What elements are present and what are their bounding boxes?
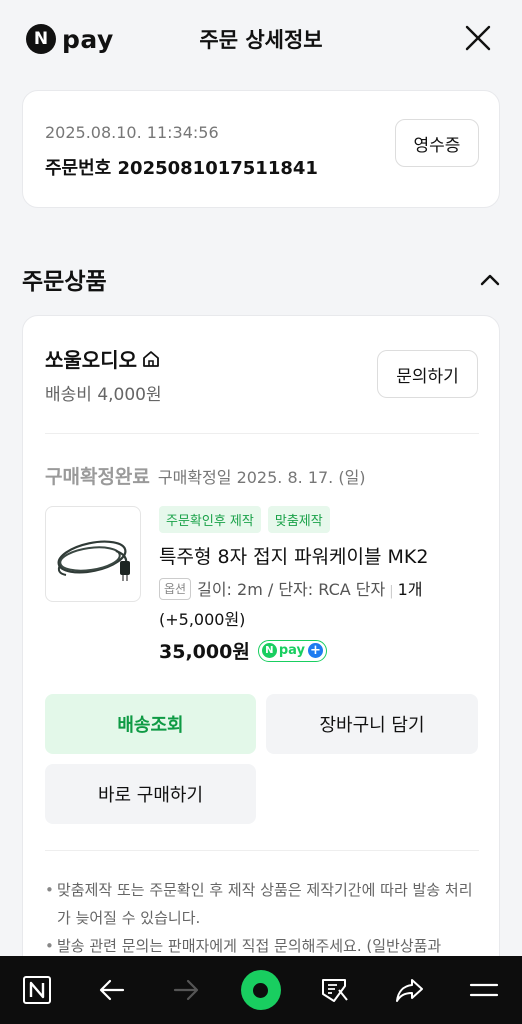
product-name[interactable]: 특주형 8자 접지 파워케이블 MK2	[159, 542, 428, 569]
coupon-icon	[322, 979, 349, 1002]
share-button[interactable]	[373, 956, 448, 1024]
price-row: 35,000원 N pay +	[159, 637, 327, 664]
product-tags: 주문확인후 제작 맞춤제작	[159, 506, 330, 533]
product-card: 쏘울오디오 배송비 4,000원 문의하기 구매확정완료 구매확정일 2025.…	[22, 315, 500, 975]
forward-button[interactable]	[149, 956, 224, 1024]
divider	[45, 850, 479, 851]
share-icon	[395, 979, 423, 1002]
naver-home-icon	[23, 976, 52, 1004]
order-number-label: 주문번호	[45, 158, 112, 179]
menu-icon	[470, 983, 499, 997]
option-text: 길이: 2m / 단자: RCA 단자	[197, 580, 386, 599]
seller-name: 쏘울오디오	[45, 348, 137, 372]
section-title: 주문상품	[22, 269, 107, 295]
order-status: 구매확정완료	[45, 466, 150, 488]
bottom-toolbar	[0, 956, 522, 1024]
page-title: 주문 상세정보	[199, 28, 323, 52]
order-number-value: 2025081017511841	[117, 158, 318, 179]
add-to-cart-button[interactable]: 장바구니 담기	[266, 694, 478, 754]
order-status-row: 구매확정완료 구매확정일 2025. 8. 17. (일)	[45, 462, 366, 489]
option-separator: |	[389, 584, 394, 599]
back-button[interactable]	[75, 956, 150, 1024]
npay-plus-badge: N pay +	[257, 639, 327, 662]
product-option: 옵션 길이: 2m / 단자: RCA 단자 | 1개 (+5,000원)	[159, 576, 459, 634]
shipping-fee: 배송비 4,000원	[45, 385, 162, 405]
order-datetime: 2025.08.10. 11:34:56	[45, 123, 219, 142]
forward-arrow-icon	[174, 979, 199, 1001]
coupon-button[interactable]	[298, 956, 373, 1024]
seller-name-row[interactable]: 쏘울오디오	[45, 344, 161, 373]
buy-now-button[interactable]: 바로 구매하기	[45, 764, 256, 824]
confirm-date: 구매확정일 2025. 8. 17. (일)	[157, 468, 366, 487]
menu-button[interactable]	[447, 956, 522, 1024]
inquiry-button[interactable]: 문의하기	[377, 350, 478, 398]
naver-home-button[interactable]	[0, 956, 75, 1024]
product-price: 35,000원	[159, 641, 250, 663]
divider	[45, 433, 479, 434]
notice-list: 맞춤제작 또는 주문확인 후 제작 상품은 제작기간에 따라 발송 처리가 늦어…	[45, 876, 479, 960]
green-dot-icon	[240, 970, 281, 1010]
header: N pay 주문 상세정보	[0, 0, 522, 76]
tag-made-after-order: 주문확인후 제작	[159, 506, 261, 533]
plus-icon: +	[307, 643, 323, 658]
order-number: 주문번호 2025081017511841	[45, 154, 318, 180]
track-delivery-button[interactable]: 배송조회	[45, 694, 256, 754]
npay-badge-text: pay	[278, 643, 305, 658]
tag-custom-made: 맞춤제작	[267, 506, 330, 533]
store-home-icon	[143, 350, 159, 367]
notice-item: 맞춤제작 또는 주문확인 후 제작 상품은 제작기간에 따라 발송 처리가 늦어…	[45, 876, 479, 932]
power-cable-image	[57, 540, 130, 581]
npay-n-icon: N	[261, 643, 277, 658]
chevron-up-icon[interactable]	[478, 268, 502, 292]
close-icon[interactable]	[462, 22, 494, 54]
order-info-card: 2025.08.10. 11:34:56 주문번호 20250810175118…	[22, 90, 500, 208]
receipt-button[interactable]: 영수증	[395, 119, 479, 167]
green-dot-button[interactable]	[224, 956, 299, 1024]
product-thumbnail[interactable]	[45, 506, 141, 602]
back-arrow-icon	[99, 979, 124, 1001]
option-badge: 옵션	[159, 578, 192, 600]
